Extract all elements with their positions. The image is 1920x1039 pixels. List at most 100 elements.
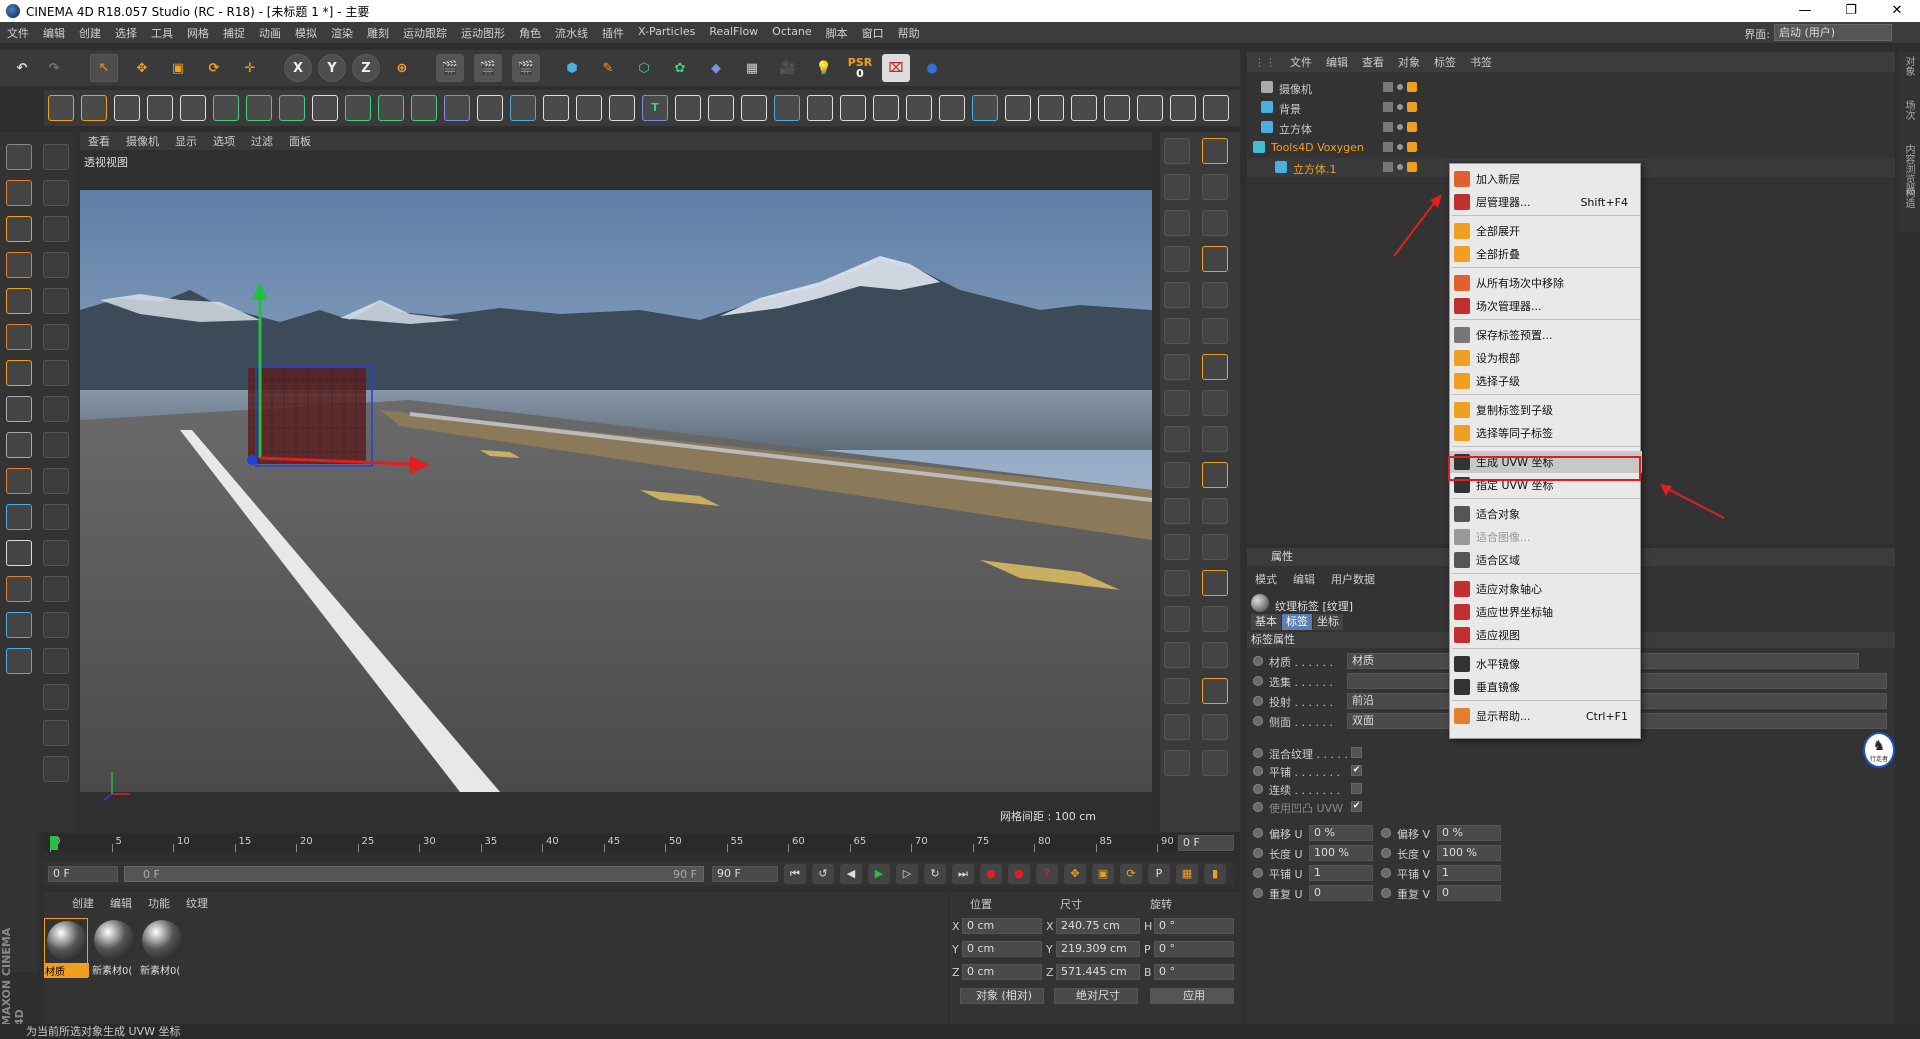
tool-col-b-11[interactable] bbox=[1202, 534, 1228, 560]
menu-item-2[interactable]: 创建 bbox=[72, 25, 108, 41]
current-frame-field[interactable]: 0 F bbox=[1178, 835, 1234, 851]
object-visibility-dot[interactable] bbox=[1397, 84, 1403, 90]
plugin-tool-icon-17[interactable] bbox=[609, 95, 635, 121]
tool-col-a-8[interactable] bbox=[1164, 426, 1190, 452]
context-menu-item-14[interactable]: 适合图像... bbox=[1450, 526, 1642, 548]
object-tag-icon[interactable] bbox=[1407, 82, 1417, 92]
uv-field-2[interactable]: 100 % bbox=[1437, 845, 1501, 861]
plugin-tool-icon-3[interactable] bbox=[147, 95, 173, 121]
attr-tab-0[interactable]: 基本 bbox=[1251, 614, 1281, 630]
viewport-scene[interactable] bbox=[80, 190, 1152, 792]
object-visibility-dot[interactable] bbox=[1397, 124, 1403, 130]
object-tag-icon[interactable] bbox=[1407, 102, 1417, 112]
tool-col-a-15[interactable] bbox=[1164, 678, 1190, 704]
transport-icon-9[interactable]: ? bbox=[1036, 864, 1058, 884]
menu-item-14[interactable]: 流水线 bbox=[548, 25, 595, 41]
menu-item-17[interactable]: RealFlow bbox=[702, 25, 765, 41]
coord-mode-select[interactable]: 对象 (相对) bbox=[960, 988, 1044, 1004]
mode-tool-icon-10[interactable] bbox=[6, 504, 32, 530]
sculpt-tool-icon-5[interactable] bbox=[43, 324, 69, 350]
tool-col-b-17[interactable] bbox=[1202, 750, 1228, 776]
plugin-tool-icon-20[interactable] bbox=[708, 95, 734, 121]
object-edit-icon[interactable] bbox=[1383, 82, 1393, 92]
tool-col-a-6[interactable] bbox=[1164, 354, 1190, 380]
context-menu-item-16[interactable]: 适应对象轴心 bbox=[1450, 578, 1642, 600]
rotate-icon[interactable]: ⟳ bbox=[200, 54, 228, 82]
sculpt-tool-icon-1[interactable] bbox=[43, 180, 69, 206]
tool-col-b-6[interactable] bbox=[1202, 354, 1228, 380]
mode-tool-icon-8[interactable] bbox=[6, 432, 32, 458]
objmgr-menu-3[interactable]: 对象 bbox=[1391, 54, 1427, 70]
context-menu-item-21[interactable]: 显示帮助... Ctrl+F1 bbox=[1450, 705, 1642, 727]
prop-radio[interactable] bbox=[1253, 696, 1263, 706]
side-tab-0[interactable]: 对象 bbox=[1901, 56, 1916, 76]
plugin-tool-icon-27[interactable] bbox=[939, 95, 965, 121]
object-row-0[interactable]: 摄像机 bbox=[1247, 78, 1895, 97]
tool-col-a-14[interactable] bbox=[1164, 642, 1190, 668]
plugin-tool-icon-22[interactable] bbox=[774, 95, 800, 121]
plugin-tool-icon-12[interactable] bbox=[444, 95, 470, 121]
transport-icon-3[interactable]: ▶ bbox=[868, 864, 890, 884]
uv-field-2[interactable]: 0 bbox=[1437, 885, 1501, 901]
context-menu-item-13[interactable]: 适合对象 bbox=[1450, 503, 1642, 525]
floor-icon[interactable]: ▦ bbox=[738, 54, 766, 82]
coord-position-field-2[interactable]: 0 cm bbox=[962, 964, 1042, 980]
context-menu-item-19[interactable]: 水平镜像 bbox=[1450, 653, 1642, 675]
mode-tool-icon-12[interactable] bbox=[6, 576, 32, 602]
menu-item-18[interactable]: Octane bbox=[765, 25, 819, 41]
plugin-tool-icon-2[interactable] bbox=[114, 95, 140, 121]
psr-icon[interactable]: PSR 0 bbox=[846, 54, 874, 82]
menu-item-5[interactable]: 网格 bbox=[180, 25, 216, 41]
check-radio[interactable] bbox=[1253, 766, 1263, 776]
menu-item-6[interactable]: 捕捉 bbox=[216, 25, 252, 41]
tool-col-a-11[interactable] bbox=[1164, 534, 1190, 560]
object-visibility-dot[interactable] bbox=[1397, 144, 1403, 150]
plugin-tool-icon-6[interactable] bbox=[246, 95, 272, 121]
z-axis-icon[interactable]: Z bbox=[352, 54, 380, 82]
transform-icon[interactable]: ✛ bbox=[236, 54, 264, 82]
objmgr-menu-2[interactable]: 查看 bbox=[1355, 54, 1391, 70]
mode-tool-icon-3[interactable] bbox=[6, 252, 32, 278]
object-row-2[interactable]: 立方体 bbox=[1247, 118, 1895, 137]
coord-rotation-field-1[interactable]: 0 ° bbox=[1154, 941, 1234, 957]
transport-icon-10[interactable]: ✥ bbox=[1064, 864, 1086, 884]
context-menu-item-18[interactable]: 适应视图 bbox=[1450, 624, 1642, 646]
tool-col-b-3[interactable] bbox=[1202, 246, 1228, 272]
menu-item-19[interactable]: 脚本 bbox=[819, 25, 855, 41]
material-card-2[interactable]: 新素材0( bbox=[140, 918, 184, 978]
viewport-menu-4[interactable]: 过滤 bbox=[243, 133, 281, 149]
uv-field-1[interactable]: 100 % bbox=[1309, 845, 1373, 861]
plugin-tool-icon-23[interactable] bbox=[807, 95, 833, 121]
mat-menu-0[interactable]: 创建 bbox=[64, 895, 102, 911]
mat-menu-2[interactable]: 功能 bbox=[140, 895, 178, 911]
array-icon[interactable]: ✿ bbox=[666, 54, 694, 82]
coord-size-field-1[interactable]: 219.309 cm bbox=[1056, 941, 1140, 957]
plugin-tool-icon-9[interactable] bbox=[345, 95, 371, 121]
start-frame-field[interactable]: 0 F bbox=[48, 866, 118, 882]
viewport-menu-1[interactable]: 摄像机 bbox=[118, 133, 167, 149]
context-menu-item-5[interactable]: 场次管理器... bbox=[1450, 295, 1642, 317]
minimize-button[interactable]: — bbox=[1782, 0, 1828, 22]
coord-position-field-1[interactable]: 0 cm bbox=[962, 941, 1042, 957]
tool-col-a-16[interactable] bbox=[1164, 714, 1190, 740]
tool-col-a-1[interactable] bbox=[1164, 174, 1190, 200]
objmgr-menu-4[interactable]: 标签 bbox=[1427, 54, 1463, 70]
tool-col-b-16[interactable] bbox=[1202, 714, 1228, 740]
objmgr-menu-1[interactable]: 编辑 bbox=[1319, 54, 1355, 70]
sculpt-tool-icon-11[interactable] bbox=[43, 540, 69, 566]
plugin-tool-icon-5[interactable] bbox=[213, 95, 239, 121]
viewport-menu-5[interactable]: 面板 bbox=[281, 133, 319, 149]
plugin-tool-icon-0[interactable] bbox=[48, 95, 74, 121]
size-mode-select[interactable]: 绝对尺寸 bbox=[1054, 988, 1138, 1004]
check-radio[interactable] bbox=[1253, 748, 1263, 758]
transport-icon-12[interactable]: ⟳ bbox=[1120, 864, 1142, 884]
tool-col-b-13[interactable] bbox=[1202, 606, 1228, 632]
transport-icon-2[interactable]: ◀ bbox=[840, 864, 862, 884]
mode-tool-icon-1[interactable] bbox=[6, 180, 32, 206]
tool-col-b-12[interactable] bbox=[1202, 570, 1228, 596]
tool-col-a-9[interactable] bbox=[1164, 462, 1190, 488]
mode-tool-icon-4[interactable] bbox=[6, 288, 32, 314]
pen-icon[interactable]: ✎ bbox=[594, 54, 622, 82]
menu-item-16[interactable]: X-Particles bbox=[631, 25, 702, 41]
plugin-tool-icon-14[interactable] bbox=[510, 95, 536, 121]
